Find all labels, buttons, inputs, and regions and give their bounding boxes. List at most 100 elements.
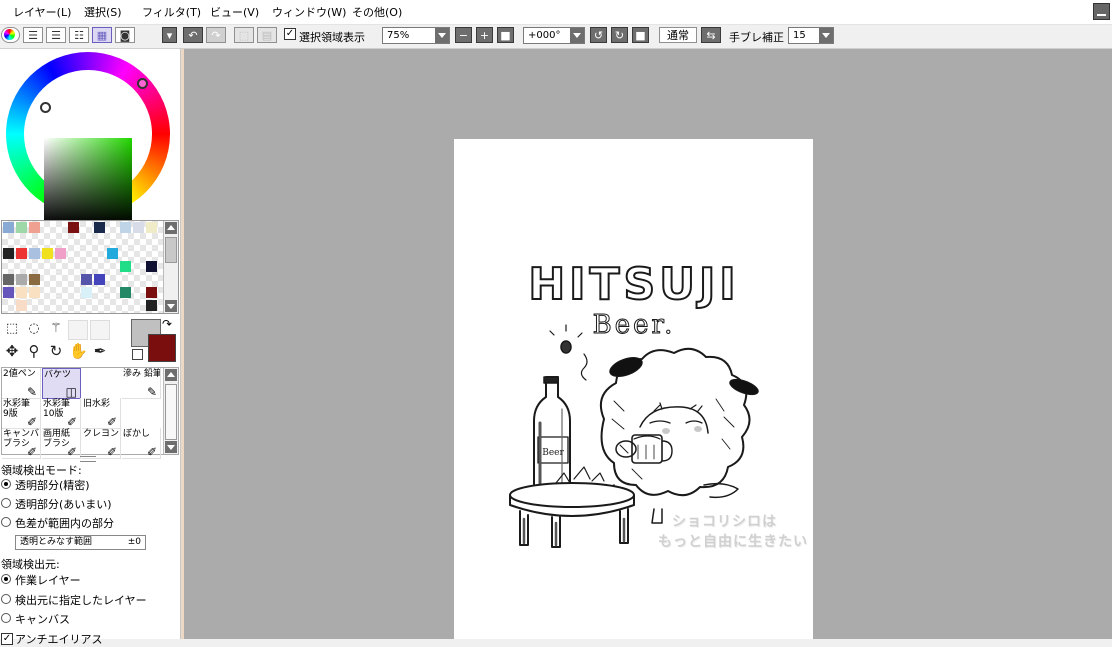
detect-mode-radio-color[interactable] <box>1 517 11 527</box>
brush-tool[interactable]: キャンバス ブラシ✐ <box>2 428 41 459</box>
palette-swatch[interactable] <box>3 274 14 285</box>
user-sliders-icon[interactable]: ☷ <box>69 27 89 43</box>
rotate-right-icon[interactable]: ↻ <box>611 27 628 43</box>
palette-swatch[interactable] <box>16 248 27 259</box>
palette-swatch[interactable] <box>68 222 79 233</box>
invert-selection-icon[interactable]: ▤ <box>257 27 277 43</box>
palette-swatch[interactable] <box>146 300 157 311</box>
menu-filter[interactable]: フィルタ(T) <box>142 4 201 20</box>
scroll-up-icon[interactable] <box>165 369 177 381</box>
menu-select[interactable]: 選択(S) <box>84 4 122 20</box>
eyedropper-icon[interactable]: ✒ <box>91 342 109 360</box>
hsv-sliders-icon[interactable]: ☰ <box>46 27 66 43</box>
scroll-thumb[interactable] <box>165 237 177 263</box>
palette-swatch[interactable] <box>29 287 40 298</box>
rotate-icon[interactable]: ↻ <box>47 342 65 360</box>
antialias-label[interactable]: アンチエイリアス <box>15 631 103 647</box>
palette-scrollbar[interactable] <box>163 221 178 313</box>
blend-normal-button[interactable]: 通常 <box>659 27 697 43</box>
zoom-reset-icon[interactable]: ■ <box>497 27 514 43</box>
palette-swatch[interactable] <box>29 274 40 285</box>
source-option[interactable]: 作業レイヤー <box>15 572 81 588</box>
hand-icon[interactable]: ✋ <box>69 342 88 360</box>
canvas-paper[interactable]: HITSUJI Beer. Beer ショコリシロは もっと自由に生きたい <box>454 139 813 639</box>
palette-swatch[interactable] <box>133 222 144 233</box>
palette-swatch[interactable] <box>29 248 40 259</box>
undo-icon[interactable]: ↶ <box>183 27 203 43</box>
brush-scrollbar[interactable] <box>163 368 178 454</box>
palette-swatch[interactable] <box>16 287 27 298</box>
palette-swatch[interactable] <box>81 287 92 298</box>
palette-swatch[interactable] <box>120 261 131 272</box>
brush-tool[interactable]: バケツ ◫ <box>42 368 81 399</box>
swap-colors-icon[interactable]: ↷ <box>162 317 172 331</box>
brush-tool[interactable]: クレヨン ✐ <box>82 428 121 459</box>
stabilizer-dropdown[interactable]: 15 <box>788 27 834 44</box>
palette-swatch[interactable] <box>16 222 27 233</box>
detect-mode-radio-precise[interactable] <box>1 479 11 489</box>
magic-wand-icon[interactable]: ⚚ <box>47 320 65 338</box>
redo-icon[interactable]: ↷ <box>206 27 226 43</box>
menu-view[interactable]: ビュー(V) <box>210 4 259 20</box>
brush-tool[interactable]: 水彩筆 9版 ✐ <box>2 398 41 429</box>
rect-select-icon[interactable]: ⬚ <box>3 320 21 338</box>
reset-colors-icon[interactable] <box>132 349 143 360</box>
scroll-down-icon[interactable] <box>165 441 177 453</box>
menu-window[interactable]: ウィンドウ(W) <box>272 4 346 20</box>
scroll-thumb[interactable] <box>165 384 177 440</box>
palette-swatch[interactable] <box>120 287 131 298</box>
swatch-view-icon[interactable]: ▦ <box>92 27 112 43</box>
rotation-dropdown[interactable]: +000° <box>523 27 585 44</box>
detect-mode-radio-fuzzy[interactable] <box>1 498 11 508</box>
palette-swatch[interactable] <box>16 300 27 311</box>
panel-menu-dropdown-icon[interactable]: ▾ <box>162 27 177 43</box>
lasso-icon[interactable]: ◌ <box>25 320 43 338</box>
selection-display-checkbox[interactable]: ✓ <box>284 28 296 40</box>
detect-mode-option[interactable]: 透明部分(あいまい) <box>15 496 112 512</box>
menu-other[interactable]: その他(O) <box>352 4 402 20</box>
source-radio-working[interactable] <box>1 574 11 584</box>
palette-swatch[interactable] <box>146 222 157 233</box>
scroll-up-icon[interactable] <box>165 222 177 234</box>
flip-horizontal-icon[interactable]: ⇆ <box>701 27 721 43</box>
minimize-button[interactable] <box>1093 3 1110 20</box>
rotate-left-icon[interactable]: ↺ <box>590 27 607 43</box>
brush-tool[interactable]: ぼかし ✐ <box>122 428 161 459</box>
brush-tool[interactable]: 滲み 鉛筆 ✎ <box>122 368 161 399</box>
palette-swatch[interactable] <box>3 287 14 298</box>
palette-swatch[interactable] <box>3 248 14 259</box>
transparency-range-slider[interactable]: 透明とみなす範囲 ±0 <box>15 535 146 550</box>
brush-tool[interactable]: 旧水彩 ✐ <box>82 398 121 429</box>
move-icon[interactable]: ✥ <box>3 342 21 360</box>
palette-swatch[interactable] <box>29 222 40 233</box>
palette-swatch[interactable] <box>146 287 157 298</box>
scroll-down-icon[interactable] <box>165 300 177 312</box>
deselect-icon[interactable]: ⬚ <box>234 27 254 43</box>
sv-marker[interactable] <box>40 102 51 113</box>
palette-swatch[interactable] <box>42 248 53 259</box>
hue-marker[interactable] <box>137 78 148 89</box>
palette-swatch[interactable] <box>81 274 92 285</box>
palette-swatch[interactable] <box>146 261 157 272</box>
palette-swatch[interactable] <box>94 222 105 233</box>
palette-swatch[interactable] <box>16 274 27 285</box>
brush-tool[interactable]: 2値ペン ✎ <box>2 368 41 399</box>
canvas-area[interactable]: HITSUJI Beer. Beer ショコリシロは もっと自由に生きたい <box>184 49 1112 639</box>
palette-swatch[interactable] <box>94 274 105 285</box>
saturation-value-square[interactable] <box>44 138 132 224</box>
panel-splitter[interactable] <box>80 456 96 462</box>
source-option[interactable]: 検出元に指定したレイヤー <box>15 592 147 608</box>
palette-swatch[interactable] <box>107 248 118 259</box>
zoom-in-icon[interactable]: + <box>476 27 493 43</box>
detect-mode-option[interactable]: 透明部分(精密) <box>15 477 90 493</box>
detect-mode-option[interactable]: 色差が範囲内の部分 <box>15 515 114 531</box>
source-radio-specified[interactable] <box>1 594 11 604</box>
antialias-checkbox[interactable]: ✓ <box>1 633 13 645</box>
source-option[interactable]: キャンバス <box>15 611 70 627</box>
sub-color-swatch[interactable] <box>148 334 176 362</box>
rgb-sliders-icon[interactable]: ☰ <box>23 27 43 43</box>
zoom-icon[interactable]: ⚲ <box>25 342 43 360</box>
zoom-out-icon[interactable]: − <box>455 27 472 43</box>
menu-layer[interactable]: レイヤー(L) <box>13 4 71 20</box>
rotation-reset-icon[interactable]: ■ <box>632 27 649 43</box>
